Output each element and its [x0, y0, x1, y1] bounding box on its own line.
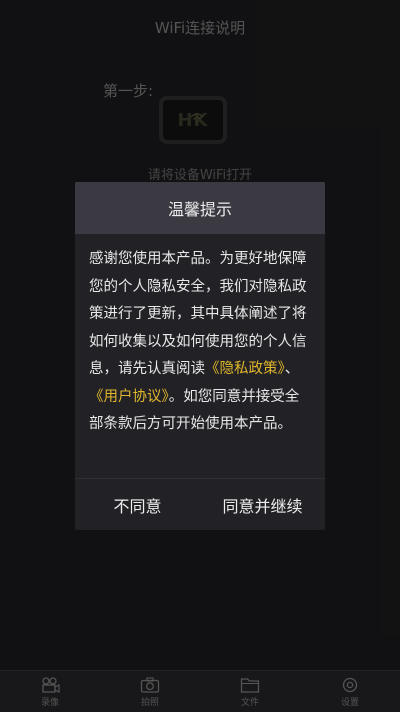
tab-settings[interactable]: 设置 — [300, 671, 400, 712]
photo-camera-icon — [140, 677, 160, 693]
user-agreement-link[interactable]: 《用户协议》 — [89, 389, 169, 405]
tab-label: 录像 — [40, 698, 59, 708]
gear-icon — [342, 677, 358, 693]
link-separator: 、 — [284, 361, 300, 377]
dialog-header: 温馨提示 — [75, 182, 325, 234]
tab-label: 设置 — [340, 698, 359, 708]
video-camera-icon — [42, 677, 60, 693]
dialog-body-text-1: 感谢您使用本产品。为更好地保障您的个人隐私安全，我们对隐私政策进行了更新，其中具… — [89, 251, 307, 377]
privacy-policy-link[interactable]: 《隐私政策》 — [205, 361, 285, 377]
tab-label: 文件 — [240, 698, 259, 708]
folder-icon — [240, 678, 260, 693]
dialog-body: 感谢您使用本产品。为更好地保障您的个人隐私安全，我们对隐私政策进行了更新，其中具… — [75, 234, 325, 478]
agree-continue-button[interactable]: 同意并继续 — [200, 493, 325, 517]
tab-record[interactable]: 录像 — [0, 671, 100, 712]
tab-photo[interactable]: 拍照 — [100, 671, 200, 712]
disagree-button[interactable]: 不同意 — [75, 493, 200, 517]
dialog-footer: 不同意 同意并继续 — [75, 478, 325, 530]
dialog-title: 温馨提示 — [167, 200, 232, 219]
bottom-tab-bar: 录像 拍照 文件 设置 — [0, 670, 400, 712]
tab-files[interactable]: 文件 — [200, 671, 300, 712]
privacy-dialog: 温馨提示 感谢您使用本产品。为更好地保障您的个人隐私安全，我们对隐私政策进行了更… — [75, 182, 325, 530]
tab-label: 拍照 — [140, 698, 159, 708]
